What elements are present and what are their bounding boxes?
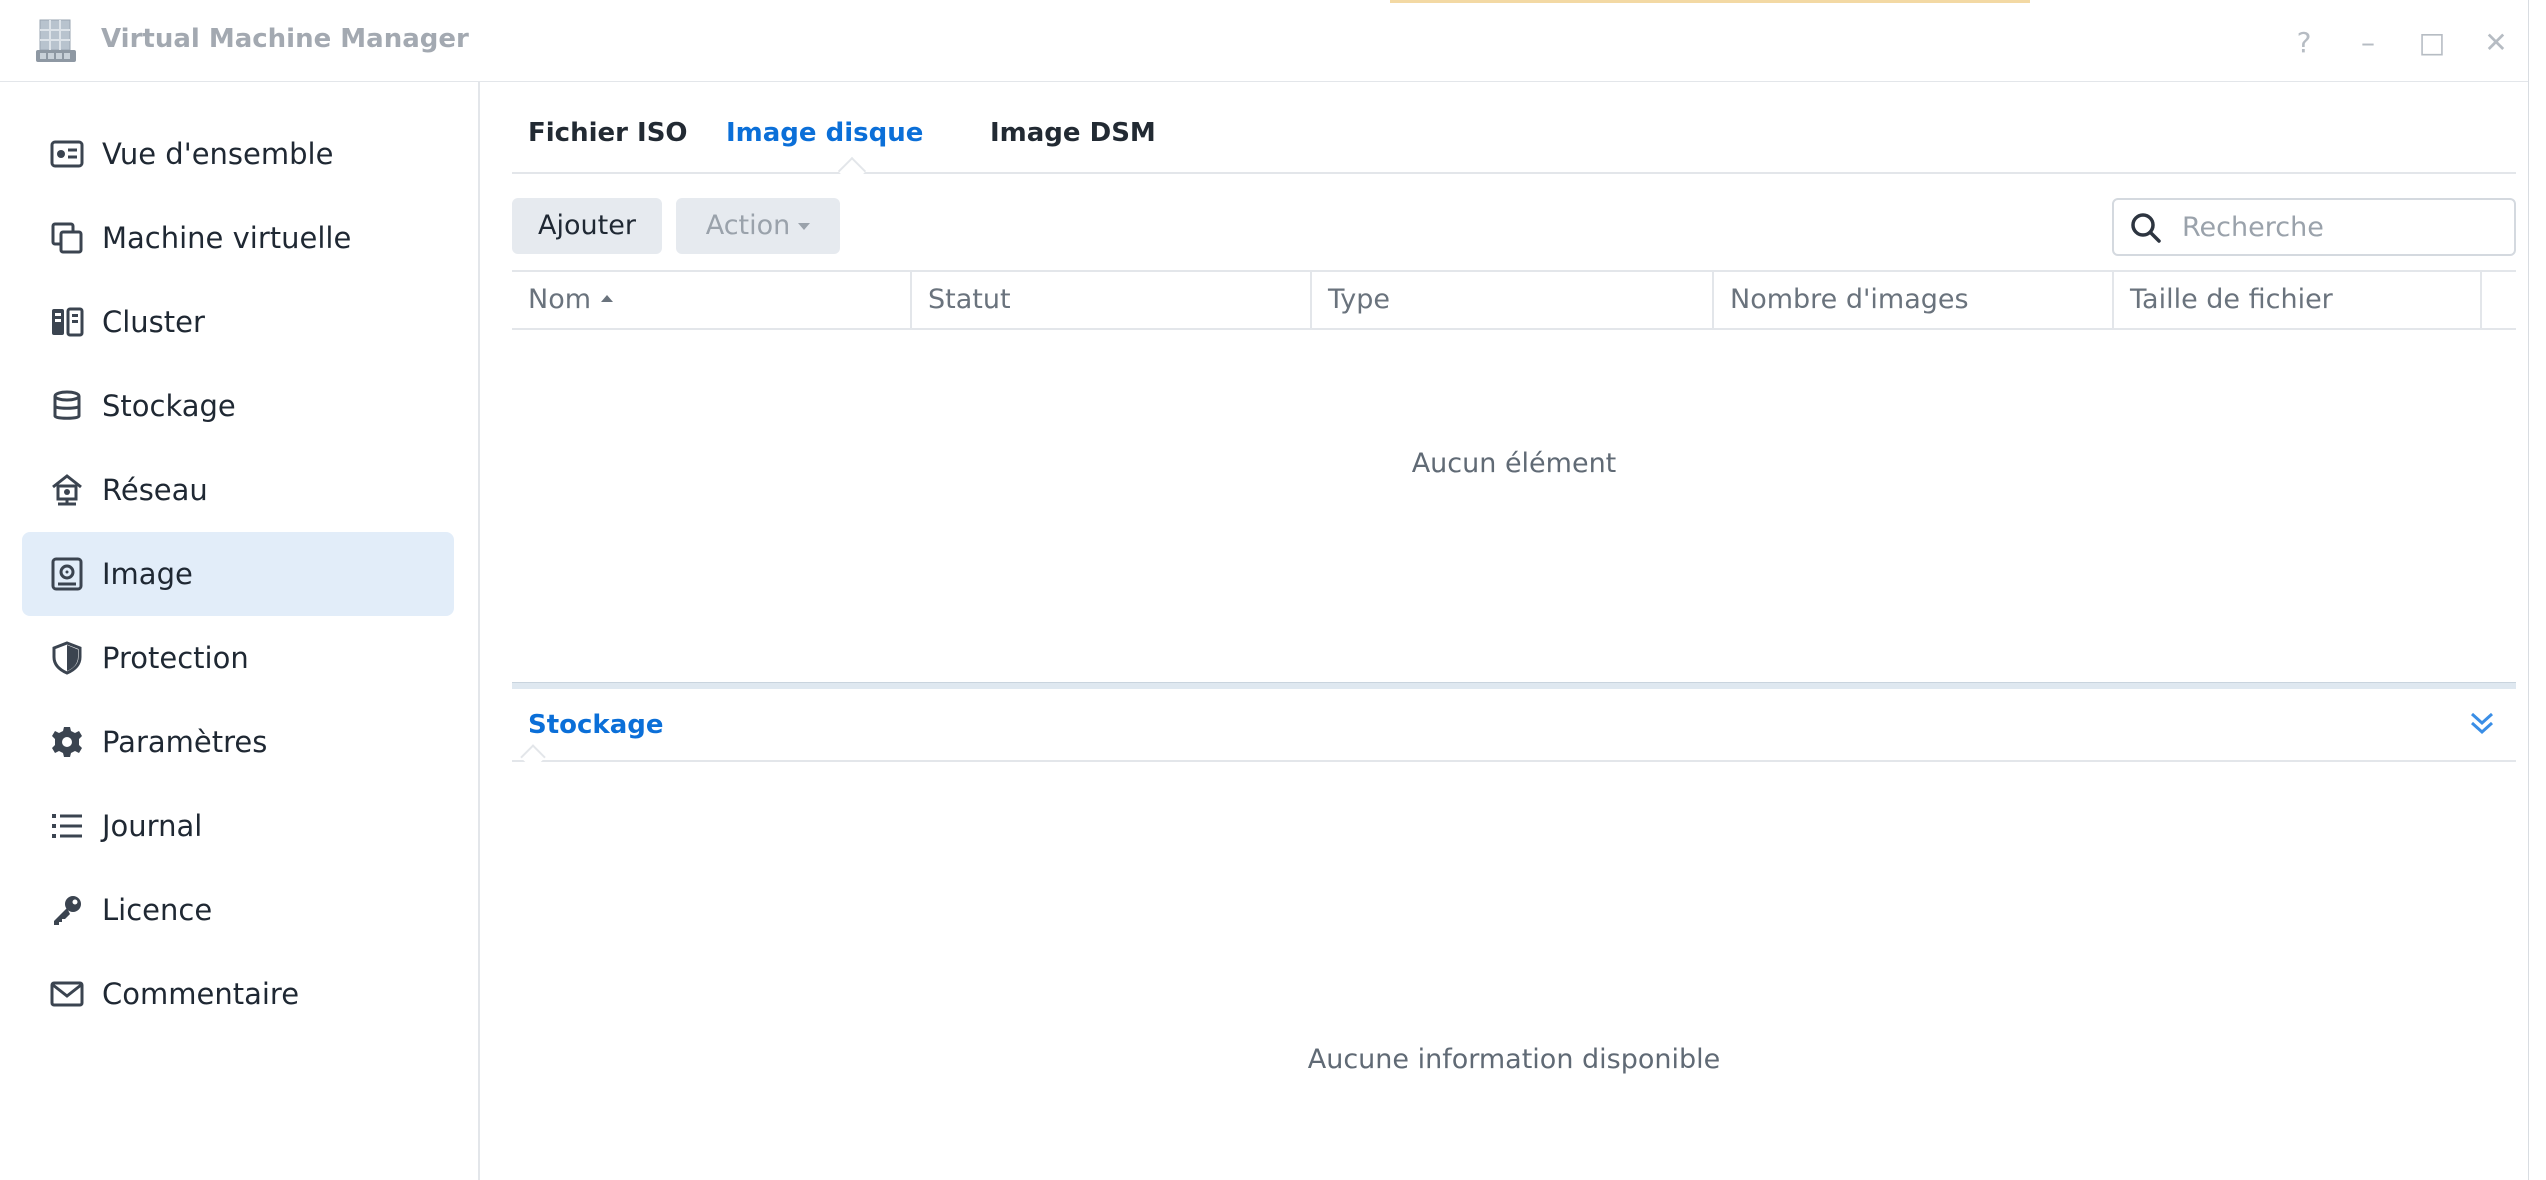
details-empty-message: Aucune information disponible: [1307, 1044, 1721, 1075]
sidebar-item-cluster[interactable]: Cluster: [22, 280, 454, 364]
column-label: Type: [1328, 284, 1391, 315]
action-label: Action: [705, 210, 791, 241]
sidebar-item-network[interactable]: Réseau: [22, 448, 454, 532]
image-icon: [48, 555, 86, 593]
main-content: Fichier ISO Image disque Image DSM Ajout…: [480, 82, 2528, 1180]
details-panel-title[interactable]: Stockage: [528, 710, 664, 740]
sidebar-item-label: Image: [102, 557, 193, 591]
sidebar-item-label: Machine virtuelle: [102, 221, 352, 255]
search-icon: [2131, 213, 2161, 243]
sidebar-item-label: Cluster: [102, 305, 205, 339]
window-title: Virtual Machine Manager: [101, 24, 469, 54]
column-header-status[interactable]: Statut: [912, 272, 1312, 328]
sort-ascending-icon: [601, 295, 614, 302]
close-button[interactable]: ✕: [2464, 20, 2528, 64]
list-icon: [48, 807, 86, 845]
storage-icon: [48, 387, 86, 425]
sidebar-item-label: Commentaire: [102, 977, 300, 1011]
minimize-button[interactable]: –: [2336, 20, 2400, 64]
overview-icon: [48, 135, 86, 173]
sidebar-item-label: Protection: [102, 641, 249, 675]
maximize-button[interactable]: □: [2400, 20, 2464, 64]
sidebar-item-label: Stockage: [102, 389, 236, 423]
window-controls: ? – □ ✕: [2272, 20, 2528, 64]
action-dropdown-button[interactable]: Action: [676, 198, 840, 254]
column-header-type[interactable]: Type: [1312, 272, 1714, 328]
column-header-image-count[interactable]: Nombre d'images: [1714, 272, 2114, 328]
column-header-file-size[interactable]: Taille de fichier: [2114, 272, 2482, 328]
title-bar: Virtual Machine Manager ? – □ ✕: [0, 0, 2528, 82]
sidebar-item-protection[interactable]: Protection: [22, 616, 454, 700]
column-label: Statut: [928, 284, 1011, 315]
details-panel-header: Stockage: [512, 688, 2516, 762]
column-header-name[interactable]: Nom: [512, 272, 912, 328]
tab-bar: Fichier ISO Image disque Image DSM: [512, 82, 2516, 186]
sidebar-item-storage[interactable]: Stockage: [22, 364, 454, 448]
tab-disk-image[interactable]: Image disque: [726, 118, 923, 148]
sidebar-item-label: Journal: [102, 809, 203, 843]
sidebar-item-virtual-machine[interactable]: Machine virtuelle: [22, 196, 454, 280]
sidebar-item-label: Paramètres: [102, 725, 268, 759]
table-empty-message: Aucun élément: [1411, 448, 1617, 479]
help-button[interactable]: ?: [2272, 20, 2336, 64]
column-label: Nom: [528, 284, 592, 315]
shield-icon: [48, 639, 86, 677]
tab-iso-file[interactable]: Fichier ISO: [528, 118, 688, 148]
app-window: Virtual Machine Manager ? – □ ✕ Vue d'en…: [0, 0, 2529, 1180]
vm-icon: [48, 219, 86, 257]
sidebar-item-settings[interactable]: Paramètres: [22, 700, 454, 784]
tab-dsm-image[interactable]: Image DSM: [990, 118, 1156, 148]
sidebar-item-overview[interactable]: Vue d'ensemble: [22, 112, 454, 196]
active-tab-indicator: [837, 156, 867, 186]
search-box[interactable]: [2112, 198, 2516, 256]
sidebar-item-label: Vue d'ensemble: [102, 137, 334, 171]
window-edge: [2530, 0, 2546, 1180]
double-chevron-down-icon[interactable]: [2466, 708, 2498, 740]
search-input[interactable]: [2180, 206, 2504, 248]
cluster-icon: [48, 303, 86, 341]
vmm-app-icon: [36, 19, 76, 62]
key-icon: [48, 891, 86, 929]
column-label: Taille de fichier: [2130, 284, 2333, 315]
sidebar-item-label: Réseau: [102, 473, 208, 507]
table-header: Nom Statut Type Nombre d'images Taille d…: [512, 270, 2516, 330]
sidebar: Vue d'ensemble Machine virtuelle Cluster…: [0, 82, 480, 1180]
add-button[interactable]: Ajouter: [512, 198, 662, 254]
column-label: Nombre d'images: [1730, 284, 1969, 315]
sidebar-item-image[interactable]: Image: [22, 532, 454, 616]
toolbar: Ajouter Action: [512, 198, 2516, 256]
network-icon: [48, 471, 86, 509]
sidebar-item-log[interactable]: Journal: [22, 784, 454, 868]
sidebar-item-license[interactable]: Licence: [22, 868, 454, 952]
gear-icon: [48, 723, 86, 761]
sidebar-item-label: Licence: [102, 893, 213, 927]
chevron-down-icon: [798, 223, 811, 230]
sidebar-item-feedback[interactable]: Commentaire: [22, 952, 454, 1036]
mail-icon: [48, 975, 86, 1013]
